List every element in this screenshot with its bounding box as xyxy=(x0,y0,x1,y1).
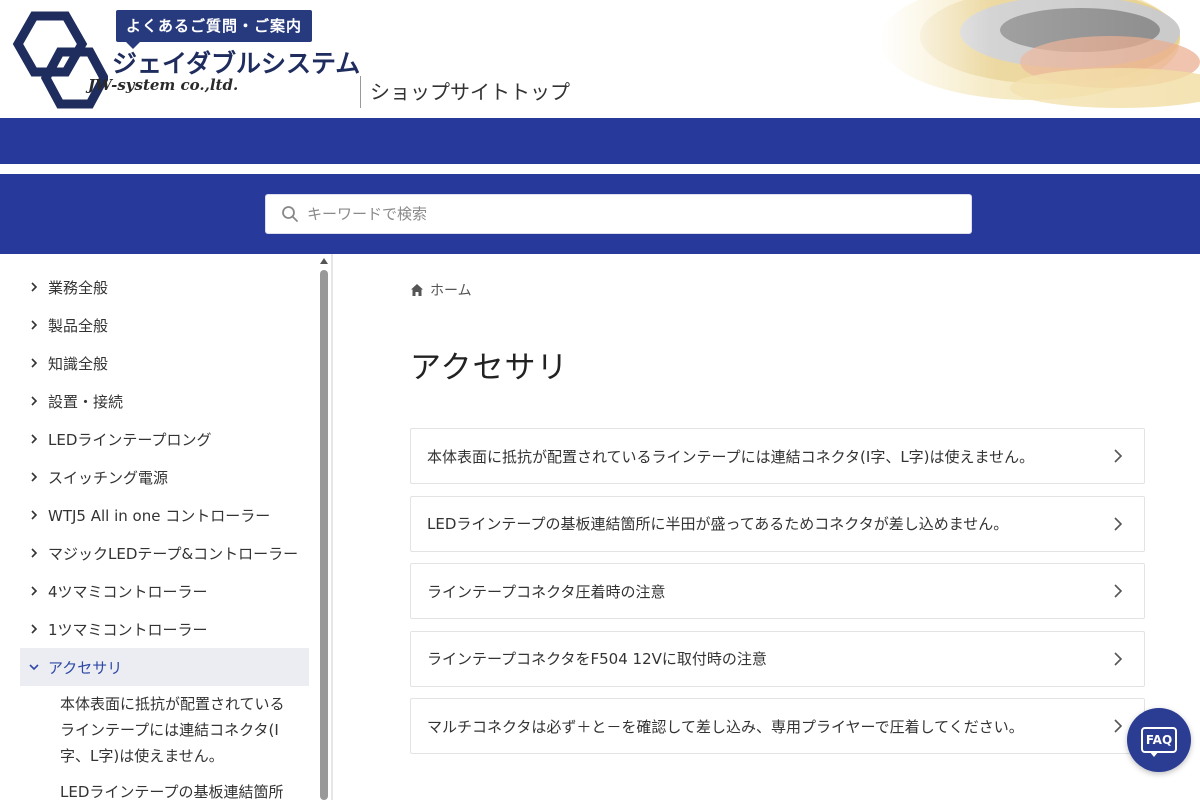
sidebar-item-knowledge[interactable]: 知識全般 xyxy=(0,344,310,382)
article-title: 本体表面に抵抗が配置されているラインテープには連結コネクタ(I字、L字)は使えま… xyxy=(427,447,1035,466)
page-title: アクセサリ xyxy=(410,350,569,386)
chevron-right-icon xyxy=(31,586,38,596)
sidebar-item-label: スイッチング電源 xyxy=(48,468,169,487)
chevron-right-icon xyxy=(31,510,38,520)
article-title: マルチコネクタは必ず＋と－を確認して差し込み、専用プライヤーで圧着してください。 xyxy=(427,717,1024,736)
faq-button-label: FAQ xyxy=(1145,733,1173,747)
article-title: ラインテープコネクタ圧着時の注意 xyxy=(427,582,666,601)
sidebar-item-label: マジックLEDテープ&コントローラー xyxy=(48,544,299,563)
chevron-right-icon xyxy=(31,320,38,330)
search-band xyxy=(0,174,1200,254)
chevron-right-icon xyxy=(31,396,38,406)
article-item[interactable]: ラインテープコネクタをF504 12Vに取付時の注意 xyxy=(410,630,1145,687)
led-tape-reel-image xyxy=(880,0,1200,118)
sidebar-item-label: アクセサリ xyxy=(48,658,123,677)
chevron-right-icon xyxy=(1114,449,1123,463)
chevron-right-icon xyxy=(31,358,38,368)
sidebar-item-installation[interactable]: 設置・接続 xyxy=(0,382,310,420)
content-area: 業務全般 製品全般 知識全般 設置・接続 LEDラインテープロング スイッチング… xyxy=(0,254,1200,800)
chevron-right-icon xyxy=(1114,516,1123,531)
article-item[interactable]: LEDラインテープの基板連結箇所に半田が盛ってあるためコネクタが差し込めません。 xyxy=(410,495,1145,552)
article-list: 本体表面に抵抗が配置されているラインテープには連結コネクタ(I字、L字)は使えま… xyxy=(410,428,1145,766)
sidebar-item-label: 1ツマミコントローラー xyxy=(48,620,208,639)
sidebar-item-led-tape-long[interactable]: LEDラインテープロング xyxy=(0,420,310,458)
scroll-thumb[interactable] xyxy=(320,270,328,800)
chevron-right-icon xyxy=(31,472,38,482)
chevron-right-icon xyxy=(31,282,38,292)
article-title: ラインテープコネクタをF504 12Vに取付時の注意 xyxy=(427,650,767,668)
chevron-right-icon xyxy=(31,434,38,444)
sidebar-item-accessories[interactable]: アクセサリ xyxy=(20,648,309,686)
search-input[interactable] xyxy=(307,205,971,223)
sidebar-item-label: 4ツマミコントローラー xyxy=(48,582,208,601)
breadcrumb: ホーム xyxy=(410,280,472,300)
header-tagline: よくあるご質問・ご案内 xyxy=(116,10,313,49)
company-name-en: JW-system co.,ltd. xyxy=(88,76,239,94)
sidebar-item-4knob-controller[interactable]: 4ツマミコントローラー xyxy=(0,572,310,610)
category-sidebar: 業務全般 製品全般 知識全般 設置・接続 LEDラインテープロング スイッチング… xyxy=(0,254,333,800)
sidebar-item-label: 設置・接続 xyxy=(48,392,124,411)
header-divider xyxy=(360,76,361,108)
scroll-up-arrow-icon[interactable] xyxy=(320,258,328,264)
search-box[interactable] xyxy=(265,194,972,234)
sidebar-item-label: 業務全般 xyxy=(48,278,109,297)
chevron-right-icon xyxy=(31,548,38,558)
sidebar-item-business[interactable]: 業務全般 xyxy=(0,268,310,306)
search-icon xyxy=(282,206,298,222)
sidebar-item-magic-led[interactable]: マジックLEDテープ&コントローラー xyxy=(0,534,310,572)
nav-band xyxy=(0,118,1200,164)
chat-bubble-icon: FAQ xyxy=(1141,727,1177,757)
sidebar-item-label: 製品全般 xyxy=(48,316,109,335)
sidebar-item-1knob-controller[interactable]: 1ツマミコントローラー xyxy=(0,610,310,648)
sidebar-subitem-resistor-connector[interactable]: 本体表面に抵抗が配置されているラインテープには連結コネクタ(I字、L字)は使えま… xyxy=(0,691,320,769)
chevron-right-icon xyxy=(1114,651,1123,666)
sidebar-item-switching-power[interactable]: スイッチング電源 xyxy=(0,458,310,496)
shop-site-top-link[interactable]: ショップサイトトップ xyxy=(370,76,570,105)
chevron-right-icon xyxy=(1114,719,1123,733)
article-item[interactable]: ラインテープコネクタ圧着時の注意 xyxy=(410,563,1145,619)
sidebar-item-wtj5-controller[interactable]: WTJ5 All in one コントローラー xyxy=(0,496,310,534)
site-header: よくあるご質問・ご案内 ジェイダブルシステム JW-system co.,ltd… xyxy=(0,0,1200,118)
logo-hexagon-icon[interactable] xyxy=(4,8,108,112)
faq-chat-button[interactable]: FAQ xyxy=(1127,708,1191,772)
sidebar-item-products[interactable]: 製品全般 xyxy=(0,306,310,344)
chevron-right-icon xyxy=(1114,584,1123,598)
sidebar-scrollbar[interactable] xyxy=(318,254,330,800)
company-name-ja[interactable]: ジェイダブルシステム xyxy=(112,44,360,80)
sidebar-item-label: WTJ5 All in one コントローラー xyxy=(48,506,271,525)
sidebar-item-label: LEDラインテープロング xyxy=(48,430,212,449)
breadcrumb-home-link[interactable]: ホーム xyxy=(430,280,472,300)
article-item[interactable]: 本体表面に抵抗が配置されているラインテープには連結コネクタ(I字、L字)は使えま… xyxy=(410,428,1145,484)
chevron-right-icon xyxy=(31,624,38,634)
article-title: LEDラインテープの基板連結箇所に半田が盛ってあるためコネクタが差し込めません。 xyxy=(427,515,1009,533)
chevron-down-icon xyxy=(29,664,39,671)
sidebar-item-label: 知識全般 xyxy=(48,354,109,373)
home-icon xyxy=(411,284,423,296)
sidebar-subitem-solder-connector[interactable]: LEDラインテープの基板連結箇所に半 xyxy=(0,779,320,800)
article-item[interactable]: マルチコネクタは必ず＋と－を確認して差し込み、専用プライヤーで圧着してください。 xyxy=(410,698,1145,754)
